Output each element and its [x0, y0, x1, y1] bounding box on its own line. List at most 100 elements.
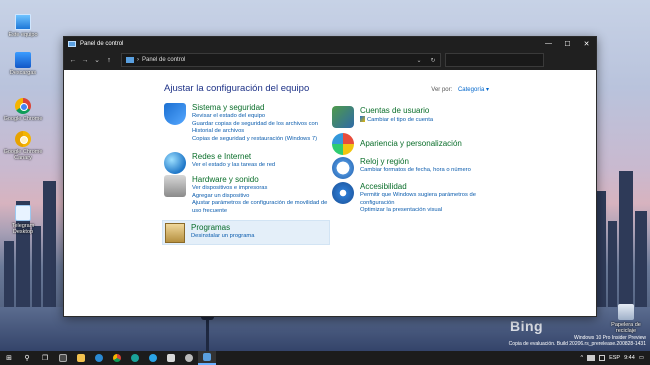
category-appearance: Apariencia y personalización — [332, 133, 502, 155]
maximize-button[interactable]: ☐ — [558, 37, 577, 50]
page-title: Ajustar la configuración del equipo — [164, 83, 310, 94]
taskbar-app-chrome[interactable] — [108, 351, 126, 365]
taskbar-app-store[interactable] — [54, 351, 72, 365]
taskbar-app-explorer[interactable] — [72, 351, 90, 365]
category-clock-region: Reloj y región Cambiar formatos de fecha… — [332, 157, 502, 179]
category-link[interactable]: Copias de seguridad y restauración (Wind… — [192, 136, 324, 144]
recent-locations-button[interactable]: ⌄ — [91, 56, 103, 64]
desktop-icon-recycle-bin[interactable]: Papelera de reciclaje — [604, 304, 648, 334]
wallpaper-skyline-right — [592, 161, 650, 311]
category-user-accounts: Cuentas de usuario Cambiar el tipo de cu… — [332, 106, 492, 128]
category-link[interactable]: Ver el estado y las tareas de red — [192, 162, 275, 170]
task-view-button[interactable]: ❐ — [36, 351, 54, 365]
chrome-canary-icon — [15, 131, 31, 147]
start-button[interactable]: ⊞ — [0, 351, 18, 365]
globe-icon — [164, 152, 186, 174]
notification-center-icon[interactable]: ▭ — [639, 355, 644, 361]
address-dropdown-icon[interactable]: ⌄ — [412, 57, 426, 64]
category-link[interactable]: Cambiar el tipo de cuenta — [360, 116, 433, 125]
taskbar-app-telegram[interactable] — [144, 351, 162, 365]
main-content: Ajustar la configuración del equipo Ver … — [64, 70, 596, 316]
system-tray: ^ ESP 9:44 ▭ — [580, 355, 650, 361]
taskbar-app-control-panel[interactable] — [198, 351, 216, 365]
tray-overflow-icon[interactable]: ^ — [580, 355, 583, 361]
window-title: Panel de control — [80, 40, 124, 47]
clock[interactable]: 9:44 — [624, 355, 635, 361]
taskbar-app-settings[interactable] — [180, 351, 198, 365]
desktop-icon-downloads[interactable]: Descargas — [1, 52, 45, 76]
wallpaper-skyline-left — [0, 161, 62, 311]
category-link[interactable]: Optimizar la presentación visual — [360, 207, 492, 215]
control-panel-window: Panel de control — ☐ ✕ ← → ⌄ ↑ › Panel d… — [63, 36, 597, 317]
edge-icon — [95, 354, 103, 362]
title-bar[interactable]: Panel de control — ☐ ✕ — [64, 37, 596, 50]
build-watermark: Windows 10 Pro Insider Preview Copia de … — [509, 335, 646, 347]
category-title[interactable]: Sistema y seguridad — [192, 103, 324, 112]
view-by: Ver por: Categoría ▾ — [431, 86, 489, 93]
uac-shield-icon — [360, 116, 365, 122]
recycle-bin-icon — [618, 304, 634, 320]
desktop-icon-telegram[interactable]: Telegram Desktop — [1, 205, 45, 235]
store-icon — [59, 354, 67, 362]
desktop-icon-label: Google Chrome — [3, 116, 43, 122]
network-icon[interactable] — [587, 355, 596, 361]
language-indicator[interactable]: ESP — [609, 355, 620, 361]
desktop-icon-label: Este equipo — [8, 32, 38, 38]
desktop-icon-chrome-canary[interactable]: Google Chrome Canary — [1, 131, 45, 161]
accessibility-icon — [332, 182, 354, 204]
view-by-dropdown[interactable]: Categoría ▾ — [458, 87, 489, 93]
up-button[interactable]: ↑ — [103, 57, 115, 64]
photos-icon — [167, 354, 175, 362]
category-link-text: Cambiar el tipo de cuenta — [367, 117, 434, 123]
clock-icon — [332, 157, 354, 179]
category-title[interactable]: Redes e Internet — [192, 152, 275, 161]
desktop-icon-chrome[interactable]: Google Chrome — [1, 98, 45, 122]
category-link[interactable]: Cambiar formatos de fecha, hora o número — [360, 167, 471, 175]
taskbar-app-edge-dev[interactable] — [126, 351, 144, 365]
telegram-icon — [15, 205, 31, 221]
breadcrumb-control-panel[interactable]: Panel de control — [142, 57, 185, 63]
category-programs[interactable]: Programas Desinstalar un programa — [162, 220, 330, 245]
category-hardware-sound: Hardware y sonido Ver dispositivos e imp… — [164, 175, 332, 215]
taskbar-app-edge[interactable] — [90, 351, 108, 365]
category-link[interactable]: Desinstalar un programa — [191, 233, 254, 241]
category-link[interactable]: Permitir que Windows sugiera parámetros … — [360, 192, 492, 207]
close-button[interactable]: ✕ — [577, 37, 596, 50]
search-button[interactable]: ⚲ — [18, 351, 36, 365]
taskbar-app-photos[interactable] — [162, 351, 180, 365]
category-title[interactable]: Hardware y sonido — [192, 175, 332, 184]
refresh-icon[interactable]: ↻ — [426, 57, 440, 64]
category-network-internet: Redes e Internet Ver el estado y las tar… — [164, 152, 324, 174]
volume-icon[interactable] — [599, 355, 606, 361]
download-icon — [15, 52, 31, 68]
telegram-icon — [149, 354, 157, 362]
category-title[interactable]: Accesibilidad — [360, 182, 492, 191]
desktop-icon-label: Google Chrome Canary — [3, 149, 43, 161]
desktop-icon-label: Papelera de reciclaje — [611, 322, 641, 334]
bing-logo: Bing — [510, 318, 544, 334]
forward-button[interactable]: → — [79, 57, 91, 64]
wallpaper-tower — [206, 312, 209, 351]
category-link[interactable]: Revisar el estado del equipo — [192, 113, 324, 121]
address-bar[interactable]: › Panel de control ⌄ ↻ — [121, 53, 441, 67]
control-panel-icon — [126, 57, 134, 63]
desktop-icon-label: Telegram Desktop — [11, 223, 35, 235]
category-title[interactable]: Programas — [191, 223, 254, 232]
control-panel-icon — [68, 40, 76, 47]
category-link[interactable]: Agregar un dispositivo — [192, 193, 332, 201]
chrome-icon — [113, 354, 121, 362]
category-link[interactable]: Ver dispositivos e impresoras — [192, 185, 332, 193]
edge-dev-icon — [131, 354, 139, 362]
category-link[interactable]: Ajustar parámetros de configuración de m… — [192, 200, 332, 215]
breadcrumb-separator: › — [137, 57, 139, 63]
category-link[interactable]: Guardar copias de seguridad de los archi… — [192, 121, 324, 136]
back-button[interactable]: ← — [67, 57, 79, 64]
category-accessibility: Accesibilidad Permitir que Windows sugie… — [332, 182, 492, 215]
minimize-button[interactable]: — — [539, 37, 558, 50]
search-input[interactable] — [445, 53, 544, 67]
category-title[interactable]: Cuentas de usuario — [360, 106, 433, 115]
desktop-icon-this-pc[interactable]: Este equipo — [1, 14, 45, 38]
category-title[interactable]: Reloj y región — [360, 157, 471, 166]
category-system-security: Sistema y seguridad Revisar el estado de… — [164, 103, 324, 143]
category-title[interactable]: Apariencia y personalización — [360, 139, 462, 148]
